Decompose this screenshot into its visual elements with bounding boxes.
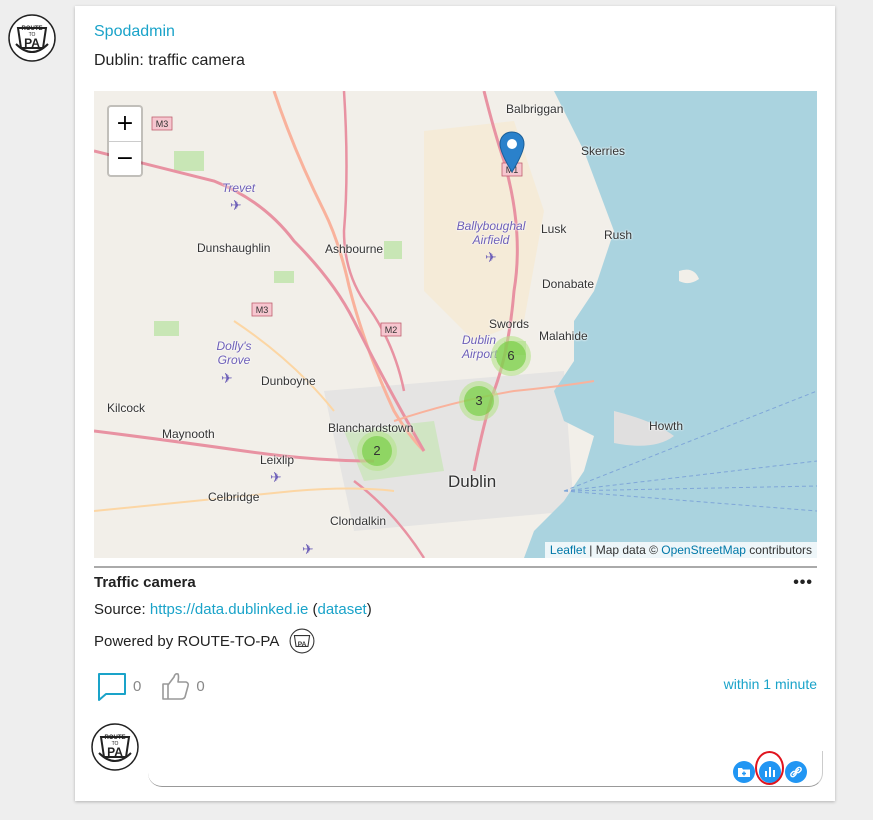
more-options-button[interactable]: ••• xyxy=(793,574,813,592)
map-marker-icon[interactable] xyxy=(499,131,525,173)
map-attribution: Leaflet | Map data © OpenStreetMap contr… xyxy=(544,542,817,558)
map-place-label: Celbridge xyxy=(208,490,260,504)
map-place-label: Howth xyxy=(649,419,684,433)
map-cluster[interactable]: 6 xyxy=(491,336,531,376)
like-count: 0 xyxy=(196,677,205,695)
highlight-ring xyxy=(755,751,784,785)
thumbs-up-icon[interactable] xyxy=(159,670,191,702)
map-place-label: Ballyboughal Airfield xyxy=(456,219,526,247)
dataset-title: Traffic camera xyxy=(94,574,196,591)
road-label: M3 xyxy=(256,305,269,315)
map-place-label: Dublin xyxy=(448,472,497,491)
map-place-label: Donabate xyxy=(542,277,595,291)
post-card: Spodadmin Dublin: traffic camera M3 M3 M… xyxy=(75,6,835,801)
route-to-pa-logo: PA xyxy=(289,628,315,654)
user-avatar[interactable]: ROUTE TO PA xyxy=(8,14,56,62)
attribution-text: | Map data © xyxy=(585,543,662,557)
post-text: Dublin: traffic camera xyxy=(94,52,245,69)
source-link[interactable]: https://data.dublinked.ie xyxy=(150,601,308,618)
map-cluster[interactable]: 3 xyxy=(459,381,499,421)
powered-by: Powered by ROUTE-TO-PA PA xyxy=(94,628,315,654)
comment-input[interactable] xyxy=(148,751,823,787)
map-cluster[interactable]: 2 xyxy=(357,431,397,471)
add-folder-button[interactable] xyxy=(733,761,755,783)
cluster-count: 6 xyxy=(496,341,526,371)
map-place-label: Balbriggan xyxy=(506,102,564,116)
leaflet-link[interactable]: Leaflet xyxy=(550,543,586,557)
map-place-label: Swords xyxy=(489,317,530,331)
zoom-control: + − xyxy=(107,105,143,177)
road-label: M3 xyxy=(156,119,169,129)
map-widget[interactable]: M3 M3 M2 M1 Balbriggan Skerries Trevet L… xyxy=(94,91,817,558)
airport-icon: ✈ xyxy=(302,541,314,557)
cluster-count: 2 xyxy=(362,436,392,466)
comment-icon[interactable] xyxy=(96,670,128,702)
zoom-in-button[interactable]: + xyxy=(109,107,141,141)
comment-count: 0 xyxy=(133,677,142,695)
map-place-label: Dunboyne xyxy=(261,374,316,388)
airport-icon: ✈ xyxy=(230,197,242,213)
current-user-avatar: ROUTE TO PA xyxy=(91,723,139,771)
post-timestamp[interactable]: within 1 minute xyxy=(724,676,817,692)
airport-icon: ✈ xyxy=(221,370,233,386)
zoom-out-button[interactable]: − xyxy=(109,141,141,175)
map-place-label: Malahide xyxy=(539,329,588,343)
link-button[interactable] xyxy=(785,761,807,783)
airport-icon: ✈ xyxy=(485,249,497,265)
map-place-label: Leixlip xyxy=(260,453,295,467)
svg-text:PA: PA xyxy=(107,745,123,759)
map-place-label: Dunshaughlin xyxy=(197,241,271,255)
attribution-text: contributors xyxy=(745,543,812,557)
map-place-label: Lusk xyxy=(541,222,567,236)
source-line: Source: https://data.dublinked.ie (datas… xyxy=(94,601,372,618)
paren: ) xyxy=(366,601,372,618)
post-author-link[interactable]: Spodadmin xyxy=(94,23,175,41)
svg-text:PA: PA xyxy=(24,36,40,50)
post-actions: 0 0 xyxy=(96,670,223,702)
powered-by-text: Powered by ROUTE-TO-PA xyxy=(94,632,280,650)
source-label: Source: xyxy=(94,601,150,618)
divider xyxy=(94,566,817,568)
map-place-label: Ashbourne xyxy=(325,242,384,256)
add-folder-icon xyxy=(738,768,750,777)
dataset-link[interactable]: dataset xyxy=(318,601,367,618)
map-place-label: Kilcock xyxy=(107,401,146,415)
osm-link[interactable]: OpenStreetMap xyxy=(661,543,746,557)
map-place-label: Skerries xyxy=(581,144,626,158)
map-place-label: Dolly's Grove xyxy=(216,339,252,367)
cluster-count: 3 xyxy=(464,386,494,416)
map-place-label: Clondalkin xyxy=(330,514,387,528)
svg-text:PA: PA xyxy=(298,641,307,648)
link-icon xyxy=(790,766,802,778)
map-place-label: Trevet xyxy=(222,181,256,195)
map-place-label: Rush xyxy=(604,228,633,242)
road-label: M2 xyxy=(385,325,398,335)
paren: ( xyxy=(308,601,318,618)
airport-icon: ✈ xyxy=(270,469,282,485)
map-place-label: Maynooth xyxy=(162,427,215,441)
